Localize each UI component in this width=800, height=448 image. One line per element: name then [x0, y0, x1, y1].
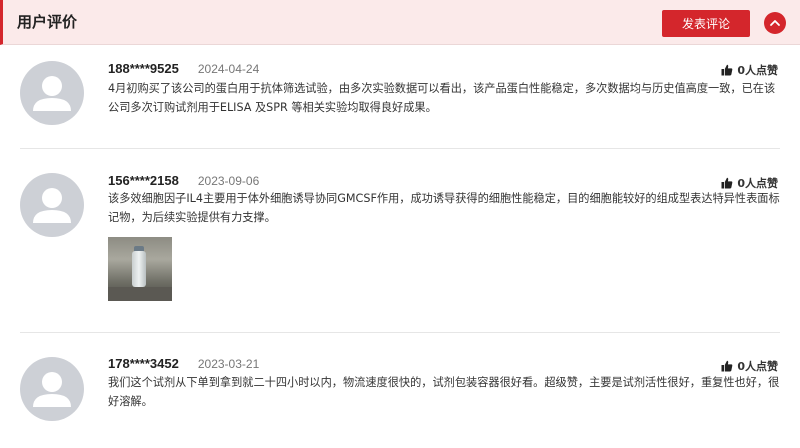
collapse-button[interactable]	[764, 12, 786, 34]
user-avatar-icon	[33, 372, 71, 407]
review-date: 2024-04-24	[197, 62, 260, 76]
reviews-header: 用户评价 发表评论	[0, 0, 800, 45]
section-title: 用户评价	[17, 13, 78, 31]
review-meta: 178****3452 2023-03-21	[108, 356, 259, 372]
user-avatar-icon	[33, 188, 71, 223]
thumbs-up-icon	[721, 360, 733, 372]
review-meta: 156****2158 2023-09-06	[108, 173, 259, 189]
thumbs-up-icon	[721, 177, 733, 189]
review-date: 2023-09-06	[197, 174, 260, 188]
review-meta: 188****9525 2024-04-24	[108, 61, 259, 77]
post-review-button[interactable]: 发表评论	[662, 10, 750, 37]
chevron-up-icon	[770, 20, 780, 26]
review-date: 2023-03-21	[197, 357, 260, 371]
review-text: 该多效细胞因子IL4主要用于体外细胞诱导协同GMCSF作用，成功诱导获得的细胞性…	[108, 192, 780, 224]
avatar	[20, 357, 84, 421]
review-text: 我们这个试剂从下单到拿到就二十四小时以内，物流速度很快的，试剂包装容器很好看。超…	[108, 376, 780, 408]
thumbs-up-icon	[721, 64, 733, 76]
reviewer-id: 178****3452	[108, 356, 179, 371]
avatar	[20, 61, 84, 125]
like-count: 0人点赞	[737, 360, 778, 373]
like-button[interactable]: 0人点赞	[721, 62, 778, 78]
reviewer-id: 188****9525	[108, 61, 179, 76]
avatar	[20, 173, 84, 237]
like-button[interactable]: 0人点赞	[721, 358, 778, 374]
like-count: 0人点赞	[737, 64, 778, 77]
divider	[20, 148, 780, 149]
review-photo[interactable]	[108, 237, 172, 301]
review-text: 4月初购买了该公司的蛋白用于抗体筛选试验，由多次实验数据可以看出，该产品蛋白性能…	[108, 82, 776, 114]
user-avatar-icon	[33, 76, 71, 111]
divider	[20, 332, 780, 333]
reviewer-id: 156****2158	[108, 173, 179, 188]
